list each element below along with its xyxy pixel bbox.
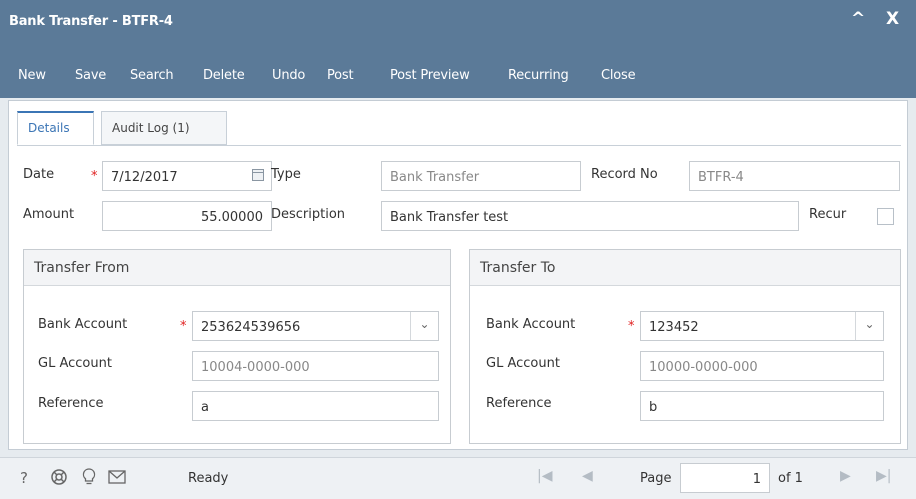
type-label: Type bbox=[271, 167, 301, 182]
chevron-down-icon[interactable]: ⌄ bbox=[410, 312, 438, 340]
record-no-field[interactable]: BTFR-4 bbox=[689, 161, 900, 191]
transfer-from-header: Transfer From bbox=[24, 250, 450, 286]
recur-label: Recur bbox=[809, 207, 847, 222]
date-required-marker: * bbox=[91, 169, 98, 184]
to-bank-account-required-marker: * bbox=[628, 319, 635, 334]
to-bank-account-label: Bank Account bbox=[486, 317, 576, 332]
from-gl-account-label: GL Account bbox=[38, 356, 112, 371]
next-page-icon[interactable]: ▶ bbox=[840, 468, 851, 484]
support-icon[interactable] bbox=[50, 468, 68, 490]
page-number-input[interactable]: 1 bbox=[680, 463, 770, 493]
date-field[interactable]: 7/12/2017 bbox=[102, 161, 272, 191]
page-label: Page bbox=[640, 471, 672, 486]
page-count: of 1 bbox=[778, 471, 803, 486]
mail-icon[interactable] bbox=[108, 470, 126, 488]
new-button[interactable]: New bbox=[18, 68, 46, 83]
chevron-down-icon[interactable]: ⌄ bbox=[855, 312, 883, 340]
search-button[interactable]: Search bbox=[130, 68, 174, 83]
to-reference-label: Reference bbox=[486, 396, 552, 411]
previous-page-icon[interactable]: ◀ bbox=[582, 468, 593, 484]
record-no-label: Record No bbox=[591, 167, 658, 182]
transfer-to-group: Transfer To Bank Account * 123452 ⌄ GL A… bbox=[469, 249, 901, 444]
window-title: Bank Transfer - BTFR-4 bbox=[9, 14, 173, 29]
description-label: Description bbox=[271, 207, 346, 222]
details-panel: Details Audit Log (1) Date * 7/12/2017 T… bbox=[8, 100, 908, 450]
date-value: 7/12/2017 bbox=[111, 170, 178, 185]
amount-label: Amount bbox=[23, 207, 75, 222]
recurring-button[interactable]: Recurring bbox=[508, 68, 569, 83]
post-button[interactable]: Post bbox=[327, 68, 354, 83]
transfer-from-title: Transfer From bbox=[34, 260, 130, 276]
tab-audit-log[interactable]: Audit Log (1) bbox=[101, 111, 227, 145]
from-bank-account-combo[interactable]: 253624539656 ⌄ bbox=[192, 311, 439, 341]
collapse-icon[interactable]: ^ bbox=[851, 9, 865, 29]
status-bar: ? Ready |◀ ◀ Page 1 of 1 ▶ ▶| bbox=[0, 457, 916, 499]
from-gl-account-field[interactable]: 10004-0000-000 bbox=[192, 351, 439, 381]
status-text: Ready bbox=[188, 471, 229, 486]
from-bank-account-label: Bank Account bbox=[38, 317, 128, 332]
transfer-from-group: Transfer From Bank Account * 25362453965… bbox=[23, 249, 451, 444]
lightbulb-icon[interactable] bbox=[82, 468, 96, 490]
from-bank-account-required-marker: * bbox=[180, 319, 187, 334]
recur-checkbox[interactable] bbox=[877, 208, 894, 225]
type-field[interactable]: Bank Transfer bbox=[381, 161, 581, 191]
date-label: Date bbox=[23, 167, 55, 182]
to-bank-account-combo[interactable]: 123452 ⌄ bbox=[640, 311, 884, 341]
transfer-to-header: Transfer To bbox=[470, 250, 900, 286]
from-reference-label: Reference bbox=[38, 396, 104, 411]
to-gl-account-label: GL Account bbox=[486, 356, 560, 371]
to-bank-account-value: 123452 bbox=[649, 320, 699, 335]
post-preview-button[interactable]: Post Preview bbox=[390, 68, 470, 83]
amount-field[interactable]: 55.00000 bbox=[102, 201, 272, 231]
to-gl-account-field[interactable]: 10000-0000-000 bbox=[640, 351, 884, 381]
first-page-icon[interactable]: |◀ bbox=[537, 468, 552, 484]
last-page-icon[interactable]: ▶| bbox=[876, 468, 891, 484]
tab-divider bbox=[17, 145, 901, 146]
close-icon[interactable]: X bbox=[886, 9, 899, 29]
close-button[interactable]: Close bbox=[601, 68, 636, 83]
tab-details[interactable]: Details bbox=[17, 111, 94, 145]
toolbar: New Save Search Delete Undo Post Post Pr… bbox=[0, 46, 916, 98]
save-button[interactable]: Save bbox=[75, 68, 106, 83]
transfer-to-title: Transfer To bbox=[480, 260, 556, 276]
description-field[interactable]: Bank Transfer test bbox=[381, 201, 799, 231]
undo-button[interactable]: Undo bbox=[272, 68, 305, 83]
content-area: Details Audit Log (1) Date * 7/12/2017 T… bbox=[0, 98, 916, 499]
from-reference-field[interactable]: a bbox=[192, 391, 439, 421]
delete-button[interactable]: Delete bbox=[203, 68, 245, 83]
to-reference-field[interactable]: b bbox=[640, 391, 884, 421]
help-icon[interactable]: ? bbox=[20, 469, 28, 487]
calendar-icon[interactable] bbox=[252, 169, 264, 181]
from-bank-account-value: 253624539656 bbox=[201, 320, 301, 335]
window-titlebar: Bank Transfer - BTFR-4 ^ X bbox=[0, 0, 916, 46]
